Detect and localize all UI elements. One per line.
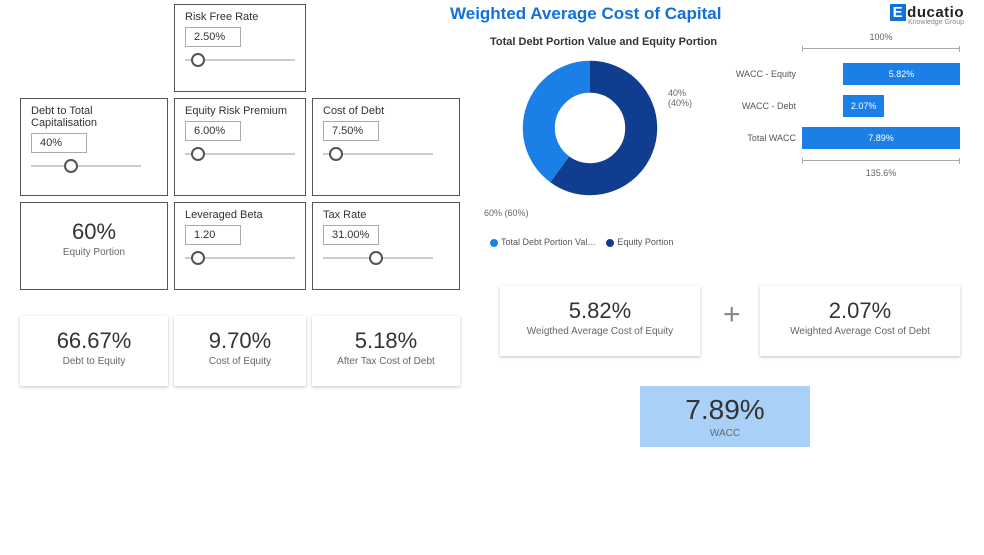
donut-chart-block: Total Debt Portion Value and Equity Port… — [490, 36, 720, 247]
wacc-final-value: 7.89% — [664, 394, 786, 426]
cost-of-debt-value[interactable]: 7.50% — [323, 121, 379, 141]
brand-logo: Educatio Knowledge Group — [890, 4, 964, 26]
wacc-final-box: 7.89% WACC — [640, 386, 810, 447]
debt-to-total-cap-card: Debt to Total Capitalisation 40% — [20, 98, 168, 196]
equity-risk-premium-label: Equity Risk Premium — [185, 105, 295, 117]
donut-legend: Total Debt Portion Val… Equity Portion — [490, 237, 720, 247]
leveraged-beta-card: Leveraged Beta 1.20 — [174, 202, 306, 290]
bar-fill-debt: 2.07% — [843, 95, 884, 117]
legend-dot-equity — [606, 239, 614, 247]
wacc-equity-box: 5.82% Weigthed Average Cost of Equity — [500, 286, 700, 356]
donut-debt-label: 40% (40%) — [668, 88, 692, 108]
equity-risk-premium-value[interactable]: 6.00% — [185, 121, 241, 141]
wacc-equity-caption: Weigthed Average Cost of Equity — [500, 326, 700, 337]
bar-row-debt: WACC - Debt 2.07% — [732, 90, 960, 122]
bar-fill-equity: 5.82% — [843, 63, 960, 85]
debt-to-total-cap-value[interactable]: 40% — [31, 133, 87, 153]
cost-of-debt-label: Cost of Debt — [323, 105, 449, 117]
equity-portion-card: 60% Equity Portion — [20, 202, 168, 290]
bar-row-equity: WACC - Equity 5.82% — [732, 58, 960, 90]
top-scale-label: 100% — [802, 32, 960, 42]
cost-of-debt-slider[interactable] — [323, 145, 433, 163]
wacc-debt-box: 2.07% Weighted Average Cost of Debt — [760, 286, 960, 356]
leveraged-beta-value[interactable]: 1.20 — [185, 225, 241, 245]
leveraged-beta-label: Leveraged Beta — [185, 209, 295, 221]
risk-free-rate-value[interactable]: 2.50% — [185, 27, 241, 47]
bar-fill-total: 7.89% — [802, 127, 960, 149]
tax-rate-card: Tax Rate 31.00% — [312, 202, 460, 290]
after-tax-cod-caption: After Tax Cost of Debt — [312, 356, 460, 367]
cost-of-equity-box: 9.70% Cost of Equity — [174, 316, 306, 386]
bottom-scale-line — [802, 160, 960, 168]
cost-of-equity-caption: Cost of Equity — [174, 356, 306, 367]
risk-free-rate-label: Risk Free Rate — [185, 11, 295, 23]
bar-label-equity: WACC - Equity — [732, 69, 802, 79]
debt-to-equity-value: 66.67% — [20, 328, 168, 354]
wacc-debt-value: 2.07% — [760, 298, 960, 324]
leveraged-beta-slider[interactable] — [185, 249, 295, 267]
risk-free-rate-slider[interactable] — [185, 51, 295, 69]
bar-chart-block: 100% WACC - Equity 5.82% WACC - Debt 2.0… — [732, 48, 960, 178]
cost-of-equity-value: 9.70% — [174, 328, 306, 354]
after-tax-cod-box: 5.18% After Tax Cost of Debt — [312, 316, 460, 386]
bottom-scale-label: 135.6% — [802, 168, 960, 178]
tax-rate-value[interactable]: 31.00% — [323, 225, 379, 245]
debt-to-equity-box: 66.67% Debt to Equity — [20, 316, 168, 386]
page-title: Weighted Average Cost of Capital — [450, 4, 721, 24]
equity-risk-premium-slider[interactable] — [185, 145, 295, 163]
debt-to-total-cap-label: Debt to Total Capitalisation — [31, 105, 157, 129]
bar-label-total: Total WACC — [732, 133, 802, 143]
tax-rate-slider[interactable] — [323, 249, 433, 267]
wacc-final-caption: WACC — [664, 428, 786, 439]
donut-chart-svg — [510, 48, 670, 208]
debt-to-equity-caption: Debt to Equity — [20, 356, 168, 367]
equity-portion-caption: Equity Portion — [31, 247, 157, 258]
wacc-equity-value: 5.82% — [500, 298, 700, 324]
plus-icon: + — [723, 298, 741, 332]
top-scale-line — [802, 48, 960, 56]
wacc-debt-caption: Weighted Average Cost of Debt — [760, 326, 960, 337]
equity-portion-value: 60% — [31, 219, 157, 245]
legend-dot-debt — [490, 239, 498, 247]
tax-rate-label: Tax Rate — [323, 209, 449, 221]
donut-title: Total Debt Portion Value and Equity Port… — [490, 36, 720, 48]
bar-row-total: Total WACC 7.89% — [732, 122, 960, 154]
bar-label-debt: WACC - Debt — [732, 101, 802, 111]
after-tax-cod-value: 5.18% — [312, 328, 460, 354]
cost-of-debt-card: Cost of Debt 7.50% — [312, 98, 460, 196]
donut-equity-label: 60% (60%) — [484, 208, 529, 218]
risk-free-rate-card: Risk Free Rate 2.50% — [174, 4, 306, 92]
debt-to-total-cap-slider[interactable] — [31, 157, 141, 175]
equity-risk-premium-card: Equity Risk Premium 6.00% — [174, 98, 306, 196]
